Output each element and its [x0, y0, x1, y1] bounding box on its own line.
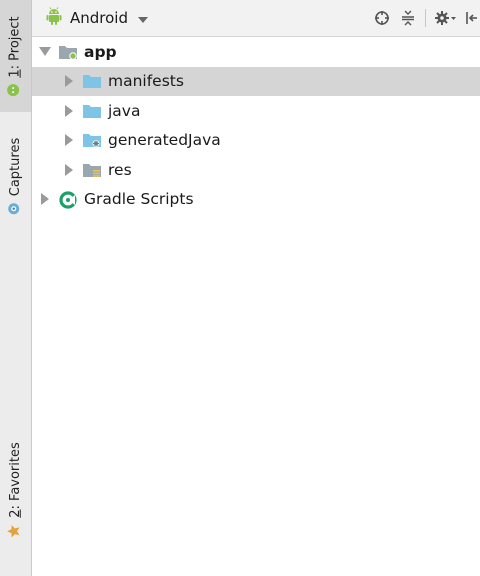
tree-node-java[interactable]: java — [32, 96, 480, 126]
toolbar-actions — [369, 6, 480, 30]
collapse-all-icon[interactable] — [395, 6, 421, 30]
tree-node-label: app — [84, 42, 117, 61]
folder-icon — [82, 73, 102, 89]
project-tree: app manifests java generatedJava res Gra… — [32, 37, 480, 214]
tree-node-label: res — [108, 160, 132, 179]
camera-icon — [7, 202, 24, 215]
tree-node-res[interactable]: res — [32, 155, 480, 185]
android-icon — [44, 6, 64, 30]
expanded-arrow-icon[interactable] — [38, 45, 52, 59]
resources-folder-icon — [82, 162, 102, 178]
favorites-tool-tab[interactable]: 2: Favorites — [0, 430, 31, 550]
collapsed-arrow-icon[interactable] — [62, 74, 76, 88]
view-mode-label: Android — [70, 9, 128, 27]
generated-folder-icon — [82, 132, 102, 148]
tree-node-label: java — [108, 101, 141, 120]
tree-node-label: generatedJava — [108, 131, 221, 150]
android-head-icon — [7, 83, 24, 96]
project-tab-number: 1 — [8, 68, 23, 78]
collapsed-arrow-icon[interactable] — [62, 163, 76, 177]
tree-node-gradle-scripts[interactable]: Gradle Scripts — [32, 185, 480, 215]
toolbar-separator — [425, 9, 426, 27]
project-tool-tab[interactable]: 1: Project — [0, 0, 31, 112]
star-icon — [6, 523, 25, 538]
tree-node-generatedjava[interactable]: generatedJava — [32, 126, 480, 156]
folder-icon — [82, 103, 102, 119]
locate-icon[interactable] — [369, 6, 395, 30]
favorites-tab-number: 2 — [8, 508, 24, 518]
tree-node-label: Gradle Scripts — [84, 190, 194, 209]
favorites-tab-label: : Favorites — [8, 441, 24, 509]
collapsed-arrow-icon[interactable] — [62, 133, 76, 147]
tree-node-manifests[interactable]: manifests — [32, 66, 480, 96]
captures-tab-label: Captures — [8, 137, 23, 196]
collapsed-arrow-icon[interactable] — [62, 104, 76, 118]
gradle-icon — [58, 191, 78, 209]
dropdown-arrow-icon — [138, 9, 148, 27]
panel-toolbar: Android — [32, 0, 480, 37]
project-tab-label: : Project — [8, 15, 23, 69]
view-mode-dropdown[interactable]: Android — [44, 7, 148, 29]
captures-tool-tab[interactable]: Captures — [0, 120, 31, 232]
hide-panel-icon[interactable] — [462, 6, 480, 30]
tool-window-strip: 1: Project Captures 2: Favorites — [0, 0, 32, 576]
project-panel: Android app manifests java generatedJava… — [32, 0, 480, 576]
tree-node-app[interactable]: app — [32, 37, 480, 67]
collapsed-arrow-icon[interactable] — [38, 192, 52, 206]
settings-icon[interactable] — [430, 6, 462, 30]
tree-node-label: manifests — [108, 72, 184, 91]
module-folder-icon — [58, 44, 78, 60]
